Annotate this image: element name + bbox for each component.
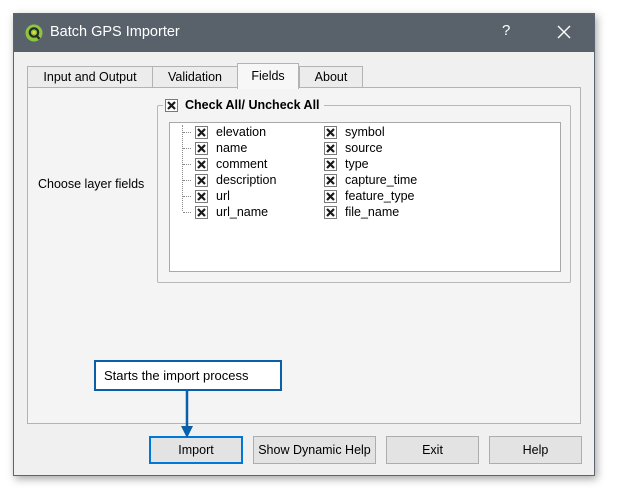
- field-item-url-name[interactable]: url_name: [195, 204, 268, 220]
- checkbox[interactable]: [195, 157, 208, 171]
- field-item-type[interactable]: type: [324, 156, 369, 172]
- fields-tree-list[interactable]: elevation name comment description url u…: [169, 122, 561, 272]
- field-label: feature_type: [345, 189, 415, 203]
- title-bar[interactable]: Batch GPS Importer ?: [14, 14, 594, 52]
- exit-button[interactable]: Exit: [386, 436, 479, 464]
- help-button[interactable]: Help: [489, 436, 582, 464]
- tab-label: Fields: [251, 69, 285, 83]
- tab-label: Validation: [168, 70, 222, 84]
- field-item-feature-type[interactable]: feature_type: [324, 188, 415, 204]
- checkbox[interactable]: [195, 141, 208, 155]
- qgis-logo-icon: [25, 24, 43, 42]
- checkbox[interactable]: [195, 173, 208, 187]
- tree-branch: [183, 196, 191, 197]
- callout-text: Starts the import process: [104, 368, 249, 383]
- field-label: symbol: [345, 125, 385, 139]
- field-label: comment: [216, 157, 268, 171]
- show-dynamic-help-button[interactable]: Show Dynamic Help: [253, 436, 376, 464]
- field-label: source: [345, 141, 383, 155]
- tab-input-and-output[interactable]: Input and Output: [27, 66, 153, 87]
- field-item-elevation[interactable]: elevation: [195, 124, 266, 140]
- tree-branch: [183, 148, 191, 149]
- tree-branch: [183, 180, 191, 181]
- batch-gps-importer-window: Batch GPS Importer ? Input and Output Va…: [13, 13, 595, 476]
- callout-box: Starts the import process: [94, 360, 282, 391]
- field-item-description[interactable]: description: [195, 172, 276, 188]
- checkbox[interactable]: [324, 205, 337, 219]
- checkbox[interactable]: [324, 141, 337, 155]
- tab-fields[interactable]: Fields: [237, 63, 299, 89]
- tab-label: About: [314, 70, 348, 84]
- field-item-symbol[interactable]: symbol: [324, 124, 385, 140]
- field-item-capture-time[interactable]: capture_time: [324, 172, 417, 188]
- tree-branch: [183, 164, 191, 165]
- tree-branch: [183, 132, 191, 133]
- callout-arrow-icon: [181, 390, 193, 438]
- field-label: file_name: [345, 205, 400, 219]
- choose-layer-fields-label: Choose layer fields: [38, 177, 145, 191]
- field-item-url[interactable]: url: [195, 188, 230, 204]
- field-item-source[interactable]: source: [324, 140, 383, 156]
- field-label: type: [345, 157, 369, 171]
- tab-validation[interactable]: Validation: [152, 66, 238, 87]
- tree-guide-line: [182, 125, 183, 211]
- tab-about[interactable]: About: [299, 66, 363, 87]
- checkbox[interactable]: [324, 125, 337, 139]
- field-label: capture_time: [345, 173, 418, 187]
- checkbox[interactable]: [195, 205, 208, 219]
- tab-label: Input and Output: [43, 70, 137, 84]
- field-label: elevation: [216, 125, 267, 139]
- field-label: url: [216, 189, 230, 203]
- window-title: Batch GPS Importer: [50, 24, 180, 40]
- field-item-name[interactable]: name: [195, 140, 247, 156]
- checkbox[interactable]: [195, 189, 208, 203]
- field-item-comment[interactable]: comment: [195, 156, 267, 172]
- tree-branch: [183, 212, 191, 213]
- checkbox[interactable]: [195, 125, 208, 139]
- field-label: description: [216, 173, 277, 187]
- check-all-label: Check All/ Uncheck All: [185, 98, 320, 112]
- import-button[interactable]: Import: [149, 436, 243, 464]
- field-item-file-name[interactable]: file_name: [324, 204, 399, 220]
- check-all-toggle[interactable]: Check All/ Uncheck All: [163, 95, 324, 115]
- checkbox[interactable]: [324, 173, 337, 187]
- check-all-checkbox[interactable]: [165, 98, 178, 112]
- checkbox[interactable]: [324, 157, 337, 171]
- checkbox[interactable]: [324, 189, 337, 203]
- context-help-button[interactable]: ?: [502, 22, 510, 39]
- field-label: url_name: [216, 205, 269, 219]
- field-label: name: [216, 141, 248, 155]
- close-icon[interactable]: [555, 23, 573, 41]
